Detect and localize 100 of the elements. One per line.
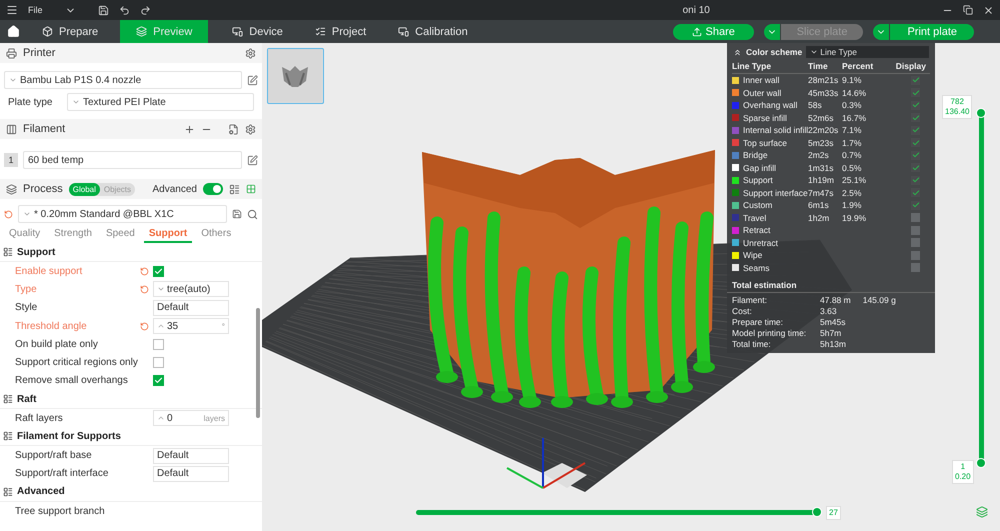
section-icon [3, 486, 13, 497]
time-cell: 28m21s [808, 75, 838, 86]
plate-thumbnail[interactable] [267, 48, 324, 104]
checkbox[interactable] [153, 338, 164, 350]
process-select[interactable]: * 0.20mm Standard @BBL X1C [18, 205, 227, 223]
list-icon[interactable] [229, 184, 240, 194]
display-checkbox[interactable] [911, 100, 920, 110]
display-checkbox[interactable] [911, 76, 920, 85]
close-icon[interactable] [983, 4, 994, 16]
reset-icon[interactable] [140, 322, 149, 331]
undo-icon[interactable] [118, 4, 130, 16]
chevron-icon [9, 76, 17, 84]
file-menu[interactable]: File [28, 5, 43, 15]
select-field[interactable]: tree(auto) [153, 281, 229, 298]
slider-handle[interactable] [976, 108, 986, 118]
setting-label: Tree support branch [15, 506, 106, 517]
column-header: Display [890, 59, 930, 74]
redo-icon[interactable] [140, 4, 151, 16]
color-scheme-select[interactable]: Line Type [806, 46, 929, 58]
device-icon [398, 26, 410, 37]
total-value: 5h13m [820, 339, 846, 349]
input-field[interactable]: Default [153, 300, 229, 316]
display-checkbox[interactable] [911, 200, 920, 210]
spin-field[interactable]: 0 layers [153, 410, 229, 426]
filament-select[interactable]: 60 bed temp [23, 151, 242, 169]
setting-label: Remove small overhangs [15, 375, 129, 386]
reset-icon[interactable] [140, 266, 149, 276]
settings-tab[interactable]: Others [196, 225, 236, 243]
layers-icon[interactable] [976, 506, 988, 518]
line-type-name: Support interface [743, 188, 808, 198]
setting-label: Support/raft interface [15, 468, 110, 480]
section-title: Printer [23, 47, 56, 59]
check-icon [154, 266, 163, 276]
settings-tab[interactable]: Quality [4, 225, 46, 243]
total-title: Total estimation [727, 274, 935, 293]
advanced-toggle[interactable] [203, 183, 223, 195]
slider-handle[interactable] [976, 458, 986, 468]
display-checkbox[interactable] [911, 126, 920, 135]
reset-icon[interactable] [4, 210, 13, 218]
add-icon[interactable] [184, 124, 195, 134]
input-field[interactable]: Default [153, 466, 229, 482]
restore-icon[interactable] [963, 5, 973, 15]
display-checkbox[interactable] [911, 138, 920, 148]
slice-options-button[interactable] [764, 24, 780, 40]
nav-tab[interactable]: Calibration [382, 20, 484, 43]
display-checkbox[interactable] [911, 150, 920, 160]
printer-select[interactable]: Bambu Lab P1S 0.4 nozzle [4, 71, 242, 89]
reset-icon[interactable] [140, 284, 149, 294]
setting-label: Style [15, 302, 38, 314]
device-icon [232, 26, 244, 37]
spin-field[interactable]: 35 ° [153, 318, 229, 334]
checkbox[interactable] [153, 375, 164, 386]
settings-tab[interactable]: Strength [49, 225, 97, 243]
nav-tab[interactable]: Device [216, 20, 299, 43]
save-icon[interactable] [232, 209, 242, 219]
total-label: Model printing time: [732, 328, 808, 338]
percent-cell: 0.5% [842, 162, 862, 173]
nav-tab[interactable]: Project [298, 20, 382, 43]
settings-icon[interactable] [245, 48, 256, 58]
grid-icon[interactable] [246, 184, 256, 194]
setting-label: Support/raft base [15, 450, 93, 462]
scrollbar[interactable] [256, 308, 260, 418]
percent-cell: 0.3% [842, 100, 862, 110]
checkbox[interactable] [153, 357, 164, 368]
line-type-name: Wipe [743, 250, 762, 260]
display-checkbox[interactable] [911, 188, 920, 198]
total-value: 145.09 g [862, 295, 896, 305]
display-checkbox[interactable] [911, 113, 920, 122]
section-icon [3, 431, 13, 442]
window-title: oni 10 [682, 4, 711, 16]
check-icon [154, 376, 163, 386]
total-label: Prepare time: [732, 317, 784, 327]
settings-tab[interactable]: Speed [100, 225, 140, 243]
display-checkbox[interactable] [911, 250, 920, 260]
column-header: Line Type [732, 59, 808, 74]
layer-slider[interactable] [976, 108, 987, 468]
line-type-name: Support [743, 175, 773, 186]
display-checkbox[interactable] [911, 163, 920, 172]
display-checkbox[interactable] [911, 263, 920, 272]
group-title: Support [17, 246, 56, 258]
settings-icon[interactable] [245, 124, 256, 134]
upload-icon [692, 26, 702, 36]
display-checkbox[interactable] [911, 238, 920, 248]
display-checkbox[interactable] [911, 176, 920, 185]
checkbox[interactable] [153, 266, 164, 277]
slider-handle[interactable] [812, 507, 822, 517]
collapse-icon[interactable] [733, 48, 742, 56]
total-value: 47.88 m [820, 295, 851, 305]
display-checkbox[interactable] [911, 226, 920, 235]
display-checkbox[interactable] [911, 88, 920, 98]
menu-icon[interactable] [6, 4, 18, 16]
input-field[interactable]: Default [153, 448, 229, 464]
search-icon[interactable] [247, 208, 258, 220]
print-options-button[interactable] [873, 24, 890, 40]
edit-icon[interactable] [247, 154, 258, 166]
plate-type-select[interactable]: Textured PEI Plate [67, 93, 254, 111]
edit-icon[interactable] [247, 74, 258, 86]
nav-tab[interactable]: Prepare [26, 20, 120, 43]
line-type-name: Internal solid infill [743, 125, 808, 136]
display-checkbox[interactable] [911, 213, 920, 222]
